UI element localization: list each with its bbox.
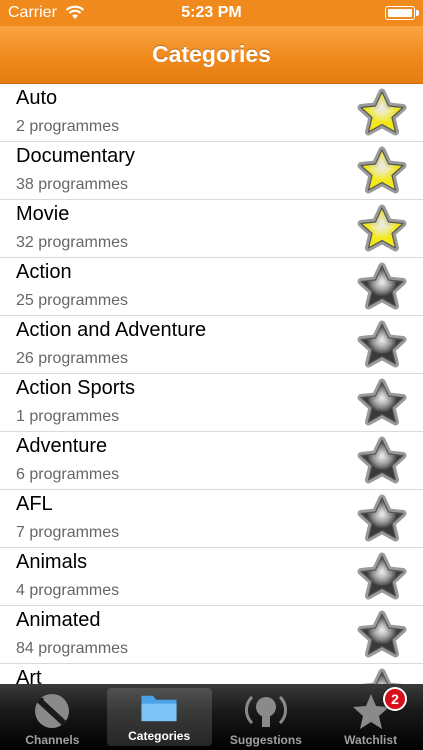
category-row[interactable]: Art xyxy=(0,664,423,684)
category-name: Adventure xyxy=(16,435,108,457)
category-name: Art xyxy=(16,667,42,684)
favorite-star-off-button[interactable] xyxy=(355,666,409,684)
programme-count: 84 programmes xyxy=(16,640,129,657)
category-row[interactable]: Movie 32 programmes xyxy=(0,200,423,258)
programme-count: 38 programmes xyxy=(16,176,129,193)
programme-count: 4 programmes xyxy=(16,582,120,599)
programme-count: 26 programmes xyxy=(16,350,129,367)
tab-suggestions-label: Suggestions xyxy=(229,733,302,747)
category-row[interactable]: Action 25 programmes xyxy=(0,258,423,316)
star-icon xyxy=(357,552,407,600)
tab-channels[interactable]: 1 Channels xyxy=(0,684,105,750)
star-icon xyxy=(360,668,404,684)
favorite-star-off-button[interactable] xyxy=(355,550,409,604)
programme-count: 32 programmes xyxy=(16,234,129,251)
navigation-bar: Categories xyxy=(0,26,423,84)
category-name: AFL xyxy=(16,493,53,515)
category-name: Action xyxy=(16,261,72,283)
star-icon xyxy=(357,610,407,658)
favorite-star-off-button[interactable] xyxy=(355,608,409,662)
favorite-star-off-button[interactable] xyxy=(355,260,409,314)
programme-count: 2 programmes xyxy=(16,118,120,135)
folder-icon xyxy=(141,695,177,722)
category-row[interactable]: Action and Adventure 26 programmes xyxy=(0,316,423,374)
tab-watchlist-label: Watchlist xyxy=(344,733,398,747)
category-list[interactable]: Auto 2 programmes Documentary 38 programmes… xyxy=(0,84,423,684)
status-right xyxy=(385,6,419,20)
category-row[interactable]: Adventure 6 programmes xyxy=(0,432,423,490)
category-row[interactable]: Documentary 38 programmes xyxy=(0,142,423,200)
favorite-star-off-button[interactable] xyxy=(355,318,409,372)
category-name: Auto xyxy=(16,87,58,109)
category-name: Documentary xyxy=(16,145,135,167)
category-row[interactable]: Auto 2 programmes xyxy=(0,84,423,142)
favorite-star-on-button[interactable] xyxy=(355,144,409,198)
category-name: Animals xyxy=(16,551,88,573)
tab-bar: 1 Channels Categories Suggestions Watchl… xyxy=(0,684,423,750)
favorite-star-off-button[interactable] xyxy=(355,492,409,546)
tab-categories[interactable]: Categories xyxy=(106,688,212,746)
category-name: Action and Adventure xyxy=(16,319,207,341)
favorite-star-off-button[interactable] xyxy=(355,434,409,488)
star-icon xyxy=(357,494,407,542)
channels-icon: 1 xyxy=(35,694,70,728)
programme-count: 1 programmes xyxy=(16,408,120,425)
watchlist-badge: 2 xyxy=(383,687,407,711)
programme-count: 6 programmes xyxy=(16,466,120,483)
tab-channels-label: Channels xyxy=(25,733,80,747)
category-row[interactable]: Action Sports 1 programmes xyxy=(0,374,423,432)
star-icon xyxy=(357,262,407,310)
suggestions-icon xyxy=(244,695,287,727)
status-left: Carrier xyxy=(8,4,85,22)
category-name: Movie xyxy=(16,203,70,225)
category-name: Animated xyxy=(16,609,101,631)
favorite-star-on-button[interactable] xyxy=(355,86,409,140)
page-title: Categories xyxy=(152,41,271,67)
category-row[interactable]: Animated 84 programmes xyxy=(0,606,423,664)
favorite-star-on-button[interactable] xyxy=(355,202,409,256)
star-icon xyxy=(357,88,407,136)
carrier-label: Carrier xyxy=(8,4,57,21)
star-icon xyxy=(357,378,407,426)
star-icon xyxy=(357,320,407,368)
star-icon xyxy=(357,146,407,194)
favorite-star-off-button[interactable] xyxy=(355,376,409,430)
category-name: Action Sports xyxy=(16,377,135,399)
tab-suggestions[interactable]: Suggestions xyxy=(214,684,319,750)
star-icon xyxy=(357,204,407,252)
programme-count: 7 programmes xyxy=(16,524,120,541)
category-row[interactable]: AFL 7 programmes xyxy=(0,490,423,548)
battery-icon xyxy=(385,6,419,20)
status-bar: Carrier 5:23 PM xyxy=(0,0,423,26)
star-icon xyxy=(357,436,407,484)
wifi-icon xyxy=(65,5,85,19)
tab-categories-label: Categories xyxy=(128,729,191,743)
category-row[interactable]: Animals 4 programmes xyxy=(0,548,423,606)
programme-count: 25 programmes xyxy=(16,292,129,309)
tab-watchlist[interactable]: Watchlist 2 xyxy=(318,684,423,750)
svg-text:1: 1 xyxy=(39,697,46,708)
